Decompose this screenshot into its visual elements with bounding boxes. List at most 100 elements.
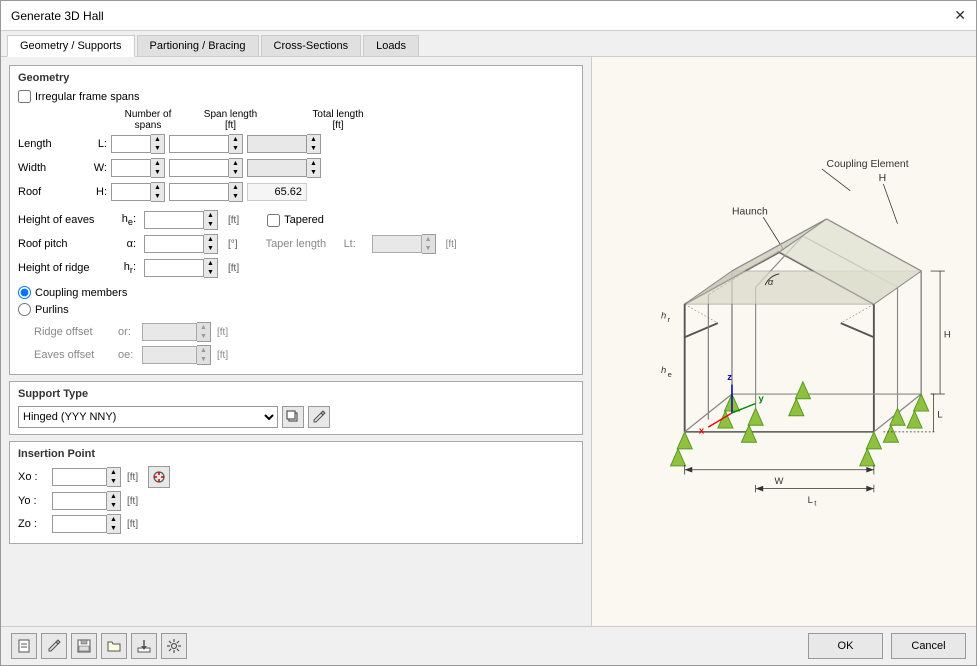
taper-unit: [ft] xyxy=(446,239,457,250)
close-button[interactable]: ✕ xyxy=(954,7,966,24)
tapered-group: Tapered xyxy=(267,214,324,227)
width-spanlength-field[interactable]: 16.40 xyxy=(169,159,229,177)
export-button[interactable] xyxy=(131,633,157,659)
yo-row: Yo : 0.00 ▲ ▼ [ft] xyxy=(18,491,574,511)
header-span-length: Span length[ft] xyxy=(178,109,283,131)
eaves-down[interactable]: ▼ xyxy=(204,220,217,229)
coupling-radio[interactable] xyxy=(18,286,31,299)
open-button[interactable] xyxy=(101,633,127,659)
tab-geometry-supports[interactable]: Geometry / Supports xyxy=(7,35,135,57)
length-row: Length L: 4 ▲ ▼ 19.69 ▲ ▼ xyxy=(18,134,574,154)
length-spans-up[interactable]: ▲ xyxy=(151,135,164,144)
length-total-up[interactable]: ▲ xyxy=(307,135,320,144)
roof-row: Roof H: 4 ▲ ▼ 16.41 ▲ ▼ xyxy=(18,182,574,202)
purlins-radio-row: Purlins xyxy=(18,303,574,316)
ridge-offset-field[interactable] xyxy=(142,323,197,341)
roof-spanlength-up[interactable]: ▲ xyxy=(229,183,242,192)
roof-spanlength-down[interactable]: ▼ xyxy=(229,192,242,201)
pitch-down[interactable]: ▼ xyxy=(204,244,217,253)
pitch-up[interactable]: ▲ xyxy=(204,235,217,244)
ridge-height-unit: [ft] xyxy=(228,263,239,274)
ridge-height-up[interactable]: ▲ xyxy=(204,259,217,268)
tapered-checkbox[interactable] xyxy=(267,214,280,227)
eaves-symbol: he: xyxy=(116,213,136,227)
length-spanlength-field[interactable]: 19.69 xyxy=(169,135,229,153)
yo-field[interactable]: 0.00 xyxy=(52,492,107,510)
zo-up[interactable]: ▲ xyxy=(107,515,120,524)
tab-cross-sections[interactable]: Cross-Sections xyxy=(261,35,362,56)
length-spans-field[interactable]: 4 xyxy=(111,135,151,153)
ridge-height-field[interactable]: 38.94 xyxy=(144,259,204,277)
taper-label: Taper length xyxy=(266,238,336,250)
eaves-offset-up[interactable]: ▲ xyxy=(197,346,210,355)
tab-loads[interactable]: Loads xyxy=(363,35,419,56)
length-total-field[interactable]: 78.74 xyxy=(247,135,307,153)
width-total-up[interactable]: ▲ xyxy=(307,159,320,168)
eaves-offset-label: Eaves offset xyxy=(34,349,114,361)
width-spanlength-down[interactable]: ▼ xyxy=(229,168,242,177)
roof-spanlength-field[interactable]: 16.41 xyxy=(169,183,229,201)
eaves-offset-row: Eaves offset oe: ▲ ▼ [ft] xyxy=(34,345,574,365)
roof-spans-down[interactable]: ▼ xyxy=(151,192,164,201)
yo-up[interactable]: ▲ xyxy=(107,492,120,501)
taper-down[interactable]: ▼ xyxy=(422,244,435,253)
length-spanlength-up[interactable]: ▲ xyxy=(229,135,242,144)
new-button[interactable] xyxy=(11,633,37,659)
yo-down[interactable]: ▼ xyxy=(107,501,120,510)
ridge-height-down[interactable]: ▼ xyxy=(204,268,217,277)
cancel-button[interactable]: Cancel xyxy=(891,633,966,659)
purlins-radio[interactable] xyxy=(18,303,31,316)
roof-label: Roof xyxy=(18,186,78,198)
eaves-up[interactable]: ▲ xyxy=(204,211,217,220)
ridge-offset-down[interactable]: ▼ xyxy=(197,332,210,341)
roof-spans-field[interactable]: 4 xyxy=(111,183,151,201)
width-spans-up[interactable]: ▲ xyxy=(151,159,164,168)
width-total-down[interactable]: ▼ xyxy=(307,168,320,177)
taper-field[interactable] xyxy=(372,235,422,253)
svg-text:L: L xyxy=(808,494,813,505)
irregular-checkbox[interactable] xyxy=(18,90,31,103)
support-type-dropdown[interactable]: Hinged (YYY NNY) xyxy=(18,406,278,428)
eaves-offset-down[interactable]: ▼ xyxy=(197,355,210,364)
zo-field[interactable]: 0.00 xyxy=(52,515,107,533)
support-edit-button[interactable] xyxy=(308,406,330,428)
save-button[interactable] xyxy=(71,633,97,659)
settings-button[interactable] xyxy=(161,633,187,659)
yo-input: 0.00 ▲ ▼ xyxy=(52,491,121,511)
width-spanlength-up[interactable]: ▲ xyxy=(229,159,242,168)
svg-text:h: h xyxy=(661,365,666,376)
insertion-point-section: Insertion Point Xo : 0.00 ▲ ▼ [ft] xyxy=(9,441,583,544)
ridge-offset-input: ▲ ▼ xyxy=(142,322,211,342)
edit-button[interactable] xyxy=(41,633,67,659)
roof-total-display: 65.62 xyxy=(247,183,307,201)
taper-up[interactable]: ▲ xyxy=(422,235,435,244)
width-spans-field[interactable]: 4 xyxy=(111,159,151,177)
svg-text:H: H xyxy=(879,173,887,184)
pick-point-button[interactable] xyxy=(148,466,170,488)
zo-down[interactable]: ▼ xyxy=(107,524,120,533)
irregular-row: Irregular frame spans xyxy=(18,90,574,103)
taper-input: ▲ ▼ xyxy=(372,234,436,254)
width-label: Width xyxy=(18,162,78,174)
taper-symbol: Lt: xyxy=(344,238,364,250)
ridge-offset-up[interactable]: ▲ xyxy=(197,323,210,332)
xo-down[interactable]: ▼ xyxy=(107,477,120,486)
svg-text:W: W xyxy=(775,475,784,486)
tab-partioning-bracing[interactable]: Partioning / Bracing xyxy=(137,35,259,56)
width-total-field[interactable]: 65.62 xyxy=(247,159,307,177)
length-spans-down[interactable]: ▼ xyxy=(151,144,164,153)
pitch-field[interactable]: 30.00 xyxy=(144,235,204,253)
eaves-offset-field[interactable] xyxy=(142,346,197,364)
ok-button[interactable]: OK xyxy=(808,633,883,659)
length-total-down[interactable]: ▼ xyxy=(307,144,320,153)
eaves-field[interactable]: 20.00 xyxy=(144,211,204,229)
length-spanlength-down[interactable]: ▼ xyxy=(229,144,242,153)
support-copy-button[interactable] xyxy=(282,406,304,428)
support-type-section: Support Type Hinged (YYY NNY) xyxy=(9,381,583,435)
xo-field[interactable]: 0.00 xyxy=(52,468,107,486)
yo-label: Yo : xyxy=(18,495,48,507)
width-spans-down[interactable]: ▼ xyxy=(151,168,164,177)
roof-spans-up[interactable]: ▲ xyxy=(151,183,164,192)
xo-up[interactable]: ▲ xyxy=(107,468,120,477)
length-spanlength-input: 19.69 ▲ ▼ xyxy=(169,134,243,154)
